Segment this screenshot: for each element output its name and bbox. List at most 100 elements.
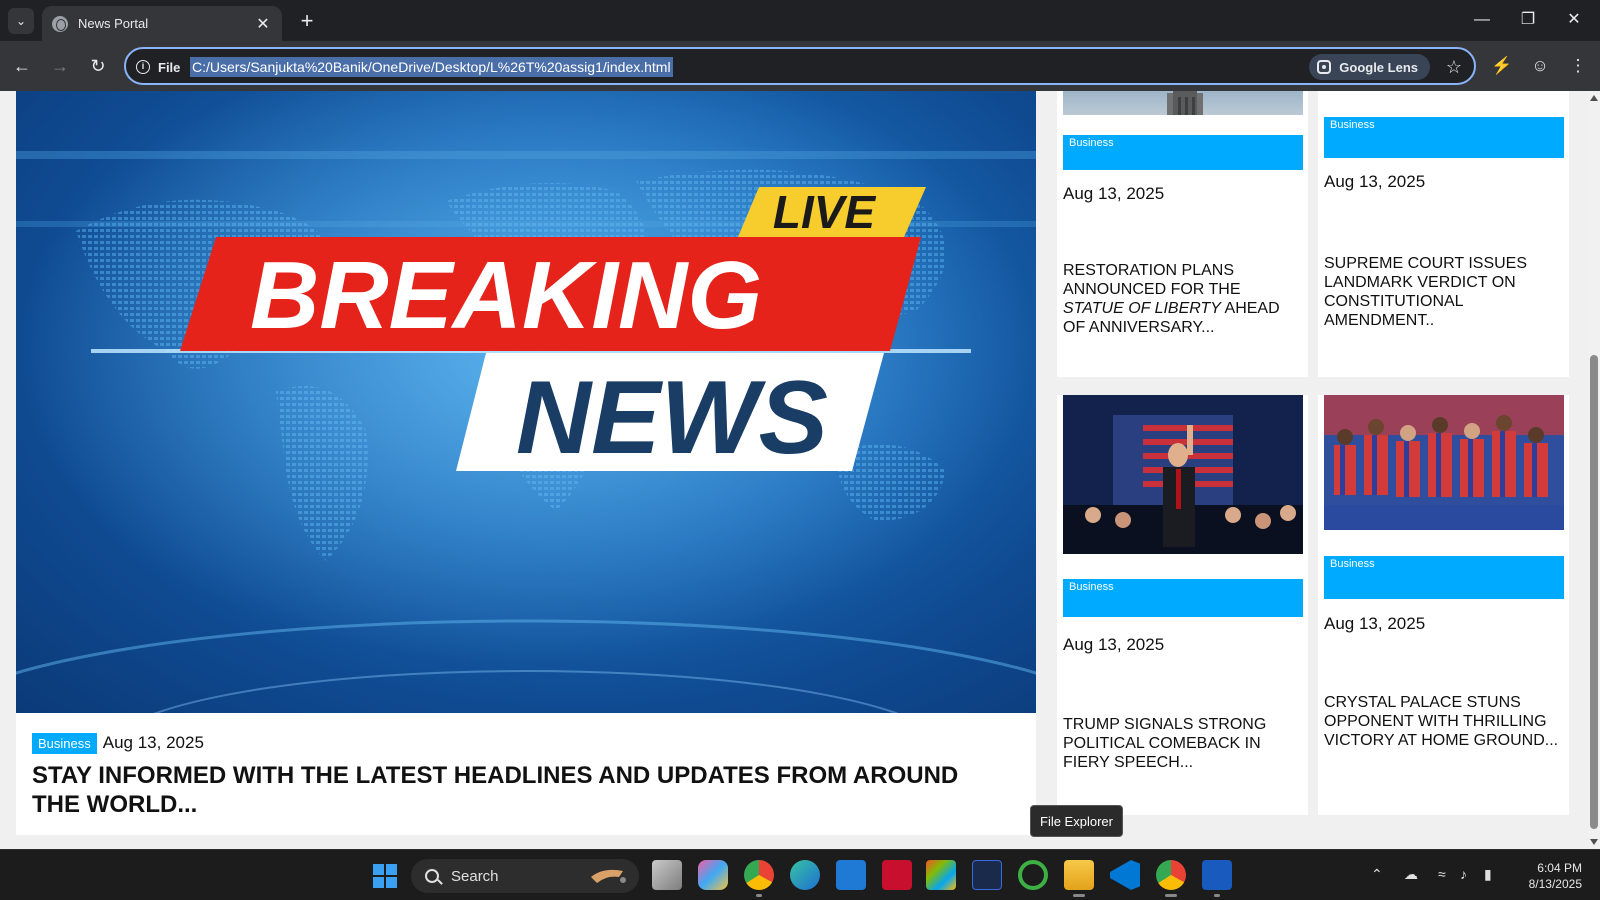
breaking-news-graphic: LIVE BREAKING NEWS [16, 91, 1036, 713]
featured-date: Aug 13, 2025 [102, 733, 204, 752]
category-badge[interactable]: Business [1063, 135, 1303, 170]
new-tab-button[interactable]: + [294, 8, 320, 34]
chevron-up-icon[interactable]: ⌃ [1371, 866, 1383, 883]
google-lens-button[interactable]: Google Lens [1309, 54, 1430, 80]
scrollbar-thumb[interactable] [1590, 355, 1598, 829]
browser-toolbar: ← → ↻ i File C:/Users/Sanjukta%20Banik/O… [0, 41, 1600, 91]
scroll-down-arrow-icon[interactable] [1590, 839, 1598, 845]
file-explorer-tooltip: File Explorer [1030, 805, 1123, 837]
start-button[interactable] [373, 864, 397, 888]
site-info-label: File [158, 59, 181, 75]
category-badge[interactable]: Business [32, 732, 97, 754]
card-title-text: RESTORATION PLANS ANNOUNCED FOR THE [1063, 262, 1241, 298]
back-button[interactable]: ← [8, 52, 36, 80]
word-icon[interactable] [1202, 860, 1232, 897]
search-icon [425, 869, 439, 883]
arrow-right-icon: → [51, 56, 69, 76]
battery-icon[interactable]: ▮ [1484, 866, 1492, 883]
microsoft-store-icon[interactable] [926, 860, 956, 890]
bookmark-star-icon[interactable]: ☆ [1446, 55, 1462, 79]
card-image [1324, 395, 1564, 530]
breaking-text: BREAKING [250, 242, 762, 349]
tab-search-button[interactable]: ⌄ [8, 8, 34, 34]
globe-icon [52, 15, 68, 32]
scroll-up-arrow-icon[interactable] [1590, 95, 1598, 101]
football-team-photo [1324, 395, 1564, 530]
info-icon: i [136, 60, 150, 74]
site-info-button[interactable]: i File [136, 57, 180, 77]
page-viewport: LIVE BREAKING NEWS Business Aug 13, 2025… [0, 91, 1588, 849]
clock-time: 6:04 PM [1537, 861, 1582, 875]
minimize-button[interactable]: — [1460, 6, 1504, 34]
card-date: Aug 13, 2025 [1063, 184, 1165, 203]
card-image [1063, 395, 1303, 554]
forward-button[interactable]: → [46, 52, 74, 80]
address-bar[interactable]: i File C:/Users/Sanjukta%20Banik/OneDriv… [124, 47, 1476, 85]
news-card[interactable]: Business Aug 13, 2025 TRUMP SIGNALS STRO… [1057, 395, 1308, 815]
card-date: Aug 13, 2025 [1324, 614, 1426, 633]
taskbar-search[interactable]: Search [411, 859, 639, 893]
performance-icon[interactable]: ⚡ [1488, 52, 1516, 80]
windows-logo-icon [386, 864, 397, 875]
volume-icon[interactable]: ♪ [1460, 866, 1467, 882]
wifi-icon[interactable]: ≈ [1438, 866, 1446, 882]
profile-icon[interactable]: ☺ [1526, 52, 1554, 80]
mcafee-icon[interactable] [882, 860, 912, 890]
clock-date: 8/13/2025 [1528, 877, 1582, 891]
card-title[interactable]: RESTORATION PLANS ANNOUNCED FOR THE STAT… [1063, 261, 1301, 337]
page-scrollbar[interactable] [1588, 91, 1600, 849]
card-image [1063, 91, 1303, 115]
card-title[interactable]: CRYSTAL PALACE STUNS OPPONENT WITH THRIL… [1324, 693, 1562, 750]
windows-logo-icon [373, 864, 384, 875]
chevron-down-icon: ⌄ [15, 14, 27, 28]
close-window-button[interactable]: ✕ [1552, 6, 1596, 34]
windows-taskbar: Search ⌃ ☁ ≈ ♪ ▮ 6:04 PM 8/13/2025 [0, 849, 1600, 900]
url-text[interactable]: C:/Users/Sanjukta%20Banik/OneDrive/Deskt… [190, 57, 673, 77]
lens-icon [1317, 60, 1332, 74]
news-card[interactable]: Business Aug 13, 2025 SUPREME COURT ISSU… [1318, 91, 1569, 377]
system-clock[interactable]: 6:04 PM 8/13/2025 [1516, 860, 1582, 892]
onedrive-icon[interactable]: ☁ [1404, 866, 1418, 883]
card-title[interactable]: TRUMP SIGNALS STRONG POLITICAL COMEBACK … [1063, 715, 1301, 772]
news-card[interactable]: Business Aug 13, 2025 RESTORATION PLANS … [1057, 91, 1308, 377]
card-date: Aug 13, 2025 [1063, 635, 1165, 654]
chrome-icon[interactable] [1156, 860, 1186, 897]
category-badge[interactable]: Business [1324, 556, 1564, 599]
reload-button[interactable]: ↻ [84, 52, 112, 80]
restore-button[interactable]: ❐ [1506, 6, 1550, 34]
card-title-emphasis: STATUE OF LIBERTY [1063, 300, 1221, 317]
copilot-icon[interactable] [698, 860, 728, 890]
google-lens-label: Google Lens [1339, 59, 1418, 75]
card-date: Aug 13, 2025 [1324, 172, 1426, 191]
tab-news-portal[interactable]: News Portal ✕ [42, 6, 282, 41]
dev-home-icon[interactable] [972, 860, 1002, 890]
menu-kebab-icon[interactable]: ⋮ [1564, 52, 1592, 80]
arrow-left-icon: ← [13, 56, 31, 76]
category-badge[interactable]: Business [1324, 117, 1564, 158]
search-highlight-icon [591, 869, 626, 883]
reload-icon: ↻ [90, 56, 106, 76]
news-text: NEWS [516, 360, 828, 476]
azure-data-studio-icon[interactable] [836, 860, 866, 890]
news-card[interactable]: Business Aug 13, 2025 CRYSTAL PALACE STU… [1318, 395, 1569, 815]
vscode-icon[interactable] [1110, 860, 1140, 890]
taskbar-search-label: Search [451, 867, 499, 885]
tab-title: News Portal [78, 16, 149, 31]
windows-logo-icon [373, 877, 384, 888]
statue-image [1167, 91, 1203, 115]
chrome-profile-icon[interactable] [744, 860, 774, 897]
rally-photo [1063, 395, 1303, 554]
card-title[interactable]: SUPREME COURT ISSUES LANDMARK VERDICT ON… [1324, 254, 1562, 330]
featured-article[interactable]: LIVE BREAKING NEWS Business Aug 13, 2025… [16, 91, 1036, 835]
category-badge[interactable]: Business [1063, 579, 1303, 617]
featured-headline[interactable]: STAY INFORMED WITH THE LATEST HEADLINES … [32, 761, 1012, 819]
close-tab-icon[interactable]: ✕ [254, 14, 272, 34]
live-tag: LIVE [773, 186, 877, 238]
edge-icon[interactable] [790, 860, 820, 890]
windows-logo-icon [386, 877, 397, 888]
loading-app-icon[interactable] [1018, 860, 1048, 890]
file-explorer-icon[interactable] [1064, 860, 1094, 897]
featured-meta: Business Aug 13, 2025 [32, 732, 204, 754]
task-view-icon[interactable] [652, 860, 682, 890]
tab-strip: ⌄ News Portal ✕ + — ❐ ✕ [0, 0, 1600, 41]
